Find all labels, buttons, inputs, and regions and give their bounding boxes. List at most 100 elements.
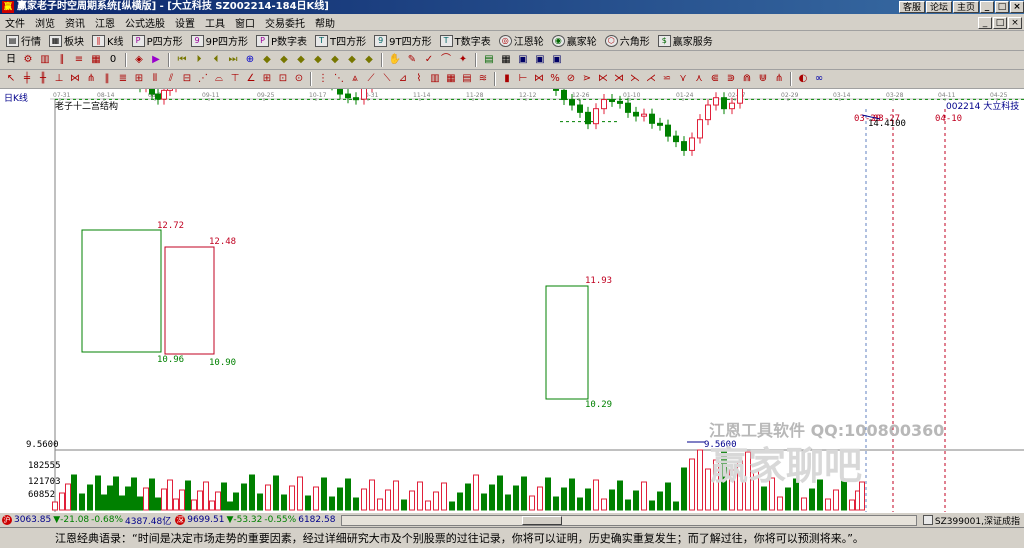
toolbar-sector-button[interactable]: ▦ 板块 [47, 33, 86, 49]
toolbar-quote-button[interactable]: ▤ 行情 [4, 33, 43, 49]
tool16-icon[interactable]: ⋗ [580, 72, 594, 86]
tool27-icon[interactable]: ⋓ [756, 72, 770, 86]
grid-line-icon[interactable]: ⊞ [260, 72, 274, 86]
arrow-down-icon[interactable]: ◆ [277, 53, 291, 67]
menu-browse[interactable]: 浏览 [30, 15, 60, 30]
kline-chart[interactable]: 07-3108-1408-2809-1109-2510-1710-3111-14… [0, 89, 1024, 512]
candles-icon[interactable]: ∥ [55, 53, 69, 67]
tool14-icon[interactable]: ⋈ [532, 72, 546, 86]
diamond-icon[interactable]: ◆ [328, 53, 342, 67]
grid-icon[interactable]: ▦ [89, 53, 103, 67]
fan-icon[interactable]: ⋈ [68, 72, 82, 86]
next-icon[interactable]: ⏵ [192, 53, 206, 67]
last-icon[interactable]: ⏭ [226, 53, 240, 67]
tool25-icon[interactable]: ⋑ [724, 72, 738, 86]
arrow-right-icon[interactable]: ◆ [311, 53, 325, 67]
window2-icon[interactable]: ▣ [533, 53, 547, 67]
percent-icon[interactable]: % [548, 72, 562, 86]
tool17-icon[interactable]: ⋉ [596, 72, 610, 86]
gann-fan-icon[interactable]: ⋔ [84, 72, 98, 86]
toolbar-hexagon-button[interactable]: ⬡ 六角形 [603, 33, 652, 49]
toolbar-kline-button[interactable]: ∥ K线 [90, 33, 126, 49]
tool10-icon[interactable]: ▤ [460, 72, 474, 86]
tool2-icon[interactable]: ⋱ [332, 72, 346, 86]
hline-icon[interactable]: ╪ [20, 72, 34, 86]
menu-gann[interactable]: 江恩 [90, 15, 120, 30]
mdi-close-button[interactable]: × [1008, 16, 1022, 29]
toolbar-9p-square-button[interactable]: 9 9P四方形 [189, 33, 250, 49]
mdi-restore-button[interactable]: □ [993, 16, 1007, 29]
prev-icon[interactable]: ⏴ [209, 53, 223, 67]
time-icon[interactable]: ⊤ [228, 72, 242, 86]
settings-icon[interactable]: ⚙ [21, 53, 35, 67]
tool9-icon[interactable]: ▦ [444, 72, 458, 86]
draw-icon[interactable]: ✎ [405, 53, 419, 67]
maximize-button[interactable]: □ [995, 1, 1009, 13]
hat-icon[interactable]: ⌒ [439, 53, 453, 67]
toolbar-9t-square-button[interactable]: 9 9T四方形 [372, 33, 433, 49]
tool23-icon[interactable]: ⋏ [692, 72, 706, 86]
tool8-icon[interactable]: ▥ [428, 72, 442, 86]
menu-file[interactable]: 文件 [0, 15, 30, 30]
diamond3-icon[interactable]: ◆ [362, 53, 376, 67]
sz-index-item[interactable]: 深 9699.51 ▼-53.32 -0.55% 6182.58 [173, 515, 337, 525]
menu-info[interactable]: 资讯 [60, 15, 90, 30]
tool11-icon[interactable]: ≋ [476, 72, 490, 86]
tool15-icon[interactable]: ⊘ [564, 72, 578, 86]
ratio-icon[interactable]: ⊞ [132, 72, 146, 86]
pointer-icon[interactable]: ↖ [4, 72, 18, 86]
homepage-button[interactable]: 主页 [952, 1, 979, 13]
angle-icon[interactable]: ∠ [244, 72, 258, 86]
vline-icon[interactable]: ╫ [36, 72, 50, 86]
toolbar-winner-wheel-button[interactable]: ◉ 赢家轮 [550, 33, 599, 49]
play-icon[interactable]: ▶ [149, 53, 163, 67]
tool21-icon[interactable]: ⋍ [660, 72, 674, 86]
zoom-in-icon[interactable]: ⊕ [243, 53, 257, 67]
cycle-icon[interactable]: ‖ [100, 72, 114, 86]
menu-help[interactable]: 帮助 [310, 15, 340, 30]
day-period-icon[interactable]: 日 [4, 53, 18, 67]
number-icon[interactable]: 0 [106, 53, 120, 67]
forum-button[interactable]: 论坛 [925, 1, 952, 13]
hand-icon[interactable]: ✋ [388, 53, 402, 67]
circle-icon[interactable]: ⊙ [292, 72, 306, 86]
toolbar-t-square-button[interactable]: T T四方形 [313, 33, 368, 49]
chart-area[interactable]: 07-3108-1408-2809-1109-2510-1710-3111-14… [0, 89, 1024, 512]
magic-icon[interactable]: ✦ [456, 53, 470, 67]
bar-chart-icon[interactable]: ▥ [38, 53, 52, 67]
tool7-icon[interactable]: ⌇ [412, 72, 426, 86]
fib-icon[interactable]: ≣ [116, 72, 130, 86]
tool13-icon[interactable]: ⊢ [516, 72, 530, 86]
tool24-icon[interactable]: ⋐ [708, 72, 722, 86]
window-icon[interactable]: ▣ [516, 53, 530, 67]
toolbar-p-square-button[interactable]: P P四方形 [130, 33, 185, 49]
tool6-icon[interactable]: ⊿ [396, 72, 410, 86]
right-index-item[interactable]: SZ399001,深证成指 [921, 514, 1024, 527]
menu-formula[interactable]: 公式选股 [120, 15, 170, 30]
menu-tools[interactable]: 工具 [200, 15, 230, 30]
parallel-icon[interactable]: ⫽ [164, 72, 178, 86]
square-icon[interactable]: ⊡ [276, 72, 290, 86]
tool1-icon[interactable]: ⋮ [316, 72, 330, 86]
tool19-icon[interactable]: ⋋ [628, 72, 642, 86]
window3-icon[interactable]: ▣ [550, 53, 564, 67]
color-wheel-icon[interactable]: ◐ [796, 72, 810, 86]
tool20-icon[interactable]: ⋌ [644, 72, 658, 86]
draw-line-icon[interactable]: ⊥ [52, 72, 66, 86]
diamond2-icon[interactable]: ◆ [345, 53, 359, 67]
sh-index-item[interactable]: 沪 3063.85 ▼-21.08 -0.68% 4387.48亿 [0, 514, 173, 527]
horizontal-scrollbar[interactable] [341, 514, 917, 526]
tool18-icon[interactable]: ⋊ [612, 72, 626, 86]
first-icon[interactable]: ⏮ [175, 53, 189, 67]
stack-icon[interactable]: ≡ [72, 53, 86, 67]
table-icon[interactable]: ▤ [482, 53, 496, 67]
scrollbar-thumb[interactable] [522, 515, 563, 525]
check-icon[interactable]: ✓ [422, 53, 436, 67]
tool28-icon[interactable]: ⋔ [772, 72, 786, 86]
toolbar-service-button[interactable]: $ 赢家服务 [656, 33, 715, 49]
toolbar-p-table-button[interactable]: P P数字表 [254, 33, 309, 49]
tool26-icon[interactable]: ⋒ [740, 72, 754, 86]
tool3-icon[interactable]: ⩓ [348, 72, 362, 86]
tool22-icon[interactable]: ⋎ [676, 72, 690, 86]
arrow-left-icon[interactable]: ◆ [294, 53, 308, 67]
